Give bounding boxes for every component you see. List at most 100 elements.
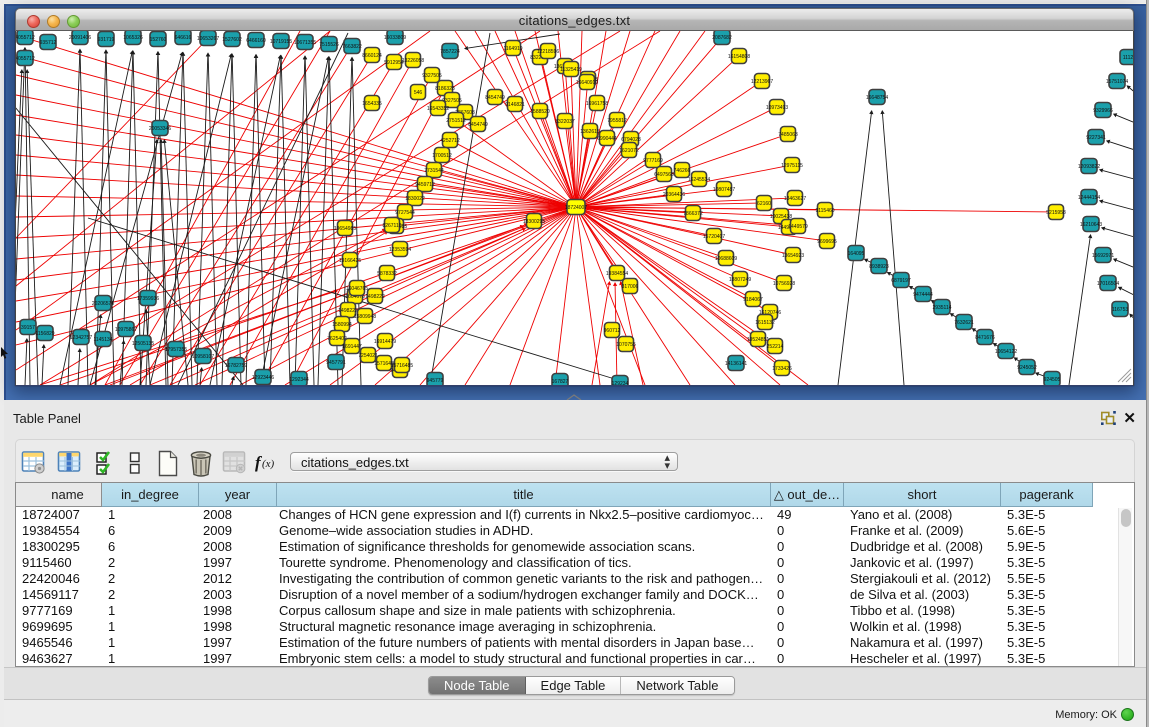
svg-text:546: 546 [414,90,423,96]
svg-text:9327505: 9327505 [422,73,442,79]
svg-text:15720407: 15720407 [703,234,725,240]
svg-text:18807249: 18807249 [729,277,751,283]
svg-text:18724007: 18724007 [565,205,587,211]
svg-text:16648754: 16648754 [866,95,888,101]
svg-text:12093822: 12093822 [1078,164,1100,170]
svg-text:164095: 164095 [848,251,865,257]
svg-text:(x): (x) [262,458,275,470]
svg-text:1156829: 1156829 [35,331,54,337]
svg-text:17359936: 17359936 [137,296,159,302]
svg-text:9329966: 9329966 [1093,108,1113,114]
svg-text:8454749: 8454749 [485,95,505,101]
svg-text:746266: 746266 [674,168,691,174]
svg-text:16961758: 16961758 [586,101,608,107]
svg-text:7866372: 7866372 [683,211,703,217]
svg-text:1065326: 1065326 [123,35,143,41]
svg-text:9146821: 9146821 [505,102,525,108]
svg-text:317006: 317006 [622,284,639,290]
svg-text:6990444: 6990444 [597,136,617,142]
svg-text:15716485: 15716485 [391,363,413,369]
svg-text:152760: 152760 [150,37,167,43]
svg-text:13463627: 13463627 [784,196,806,202]
svg-text:9227341: 9227341 [1086,135,1106,141]
svg-text:20053346: 20053346 [149,126,171,132]
svg-text:7731544: 7731544 [424,168,444,174]
svg-text:1498222: 1498222 [365,294,385,300]
svg-text:16640910: 16640910 [576,80,598,86]
svg-text:4252712: 4252712 [440,138,460,144]
svg-text:5878332: 5878332 [377,271,397,277]
svg-text:1588520: 1588520 [530,109,550,115]
svg-text:2935114: 2935114 [932,305,951,311]
svg-text:12923446: 12923446 [252,375,274,381]
svg-text:16245534: 16245534 [688,177,710,183]
svg-text:7254021: 7254021 [358,353,378,359]
svg-text:6466160: 6466160 [246,38,266,44]
svg-text:12342757: 12342757 [70,335,92,341]
svg-text:16046765: 16046765 [346,286,368,292]
svg-text:1449579: 1449579 [788,224,808,230]
svg-text:10653267: 10653267 [197,36,219,42]
svg-text:10975867: 10975867 [115,327,137,333]
svg-text:1733426: 1733426 [772,366,792,372]
svg-text:15692971: 15692971 [1092,253,1114,259]
svg-text:10671355: 10671355 [294,40,316,46]
svg-text:18300295: 18300295 [523,219,545,225]
svg-text:7663822: 7663822 [342,44,362,50]
svg-text:19654985: 19654985 [334,226,356,232]
svg-text:14136141: 14136141 [725,361,747,367]
svg-text:8267110: 8267110 [382,223,401,229]
svg-text:7955812: 7955812 [607,118,627,124]
svg-text:1112: 1112 [1123,55,1134,61]
svg-text:9727544: 9727544 [395,210,415,216]
svg-text:2751512: 2751512 [446,118,466,124]
svg-text:19524851: 19524851 [747,337,769,343]
svg-text:12353594: 12353594 [389,247,411,253]
svg-text:7515526: 7515526 [319,42,339,48]
svg-text:1615132: 1615132 [755,320,775,326]
svg-text:9115460: 9115460 [815,208,834,214]
svg-text:20364436: 20364436 [663,192,685,198]
svg-text:16154808: 16154808 [728,54,750,60]
svg-text:129234: 129234 [612,381,629,385]
svg-text:16782759: 16782759 [225,363,247,369]
svg-text:16033809: 16033809 [384,35,406,41]
svg-text:4055712: 4055712 [16,56,35,62]
svg-text:10756928: 10756928 [773,281,795,287]
svg-text:10688609: 10688609 [715,256,737,262]
svg-text:1070755: 1070755 [616,342,636,348]
svg-text:10654122: 10654122 [995,349,1017,355]
svg-text:931719: 931719 [98,37,115,43]
svg-text:13654923: 13654923 [782,253,804,259]
svg-text:12444154: 12444154 [1078,195,1100,201]
svg-text:62160: 62160 [757,201,771,207]
svg-text:1580994: 1580994 [332,322,352,328]
svg-text:960712: 960712 [604,328,621,334]
svg-text:7632621: 7632621 [954,320,974,326]
svg-text:1654335: 1654335 [362,101,382,107]
svg-text:12213967: 12213967 [751,79,773,85]
svg-text:11325419: 11325419 [560,67,582,73]
svg-text:935712: 935712 [40,40,57,46]
svg-text:9474444: 9474444 [913,292,933,298]
svg-text:646616: 646616 [175,35,192,41]
svg-text:8186328: 8186328 [435,86,455,92]
svg-text:1527602: 1527602 [222,37,242,43]
svg-text:9777169: 9777169 [643,158,663,164]
svg-text:9459712: 9459712 [415,182,435,188]
svg-text:1830022: 1830022 [405,196,425,202]
svg-text:17016504: 17016504 [1097,281,1119,287]
svg-text:7485063: 7485063 [778,132,798,138]
svg-text:8322037: 8322037 [555,119,575,125]
svg-text:10807487: 10807487 [713,187,735,193]
svg-text:12218596: 12218596 [537,49,559,55]
svg-text:1362615: 1362615 [580,129,600,135]
svg-text:16543352: 16543352 [427,106,449,112]
svg-text:12505135: 12505135 [132,341,154,347]
svg-text:1691447: 1691447 [342,344,362,350]
svg-text:7857224: 7857224 [440,49,460,55]
svg-text:16210643: 16210643 [1080,222,1102,228]
svg-text:9699695: 9699695 [817,239,837,245]
svg-text:1164919: 1164919 [503,46,522,52]
svg-text:4055712: 4055712 [16,35,35,41]
